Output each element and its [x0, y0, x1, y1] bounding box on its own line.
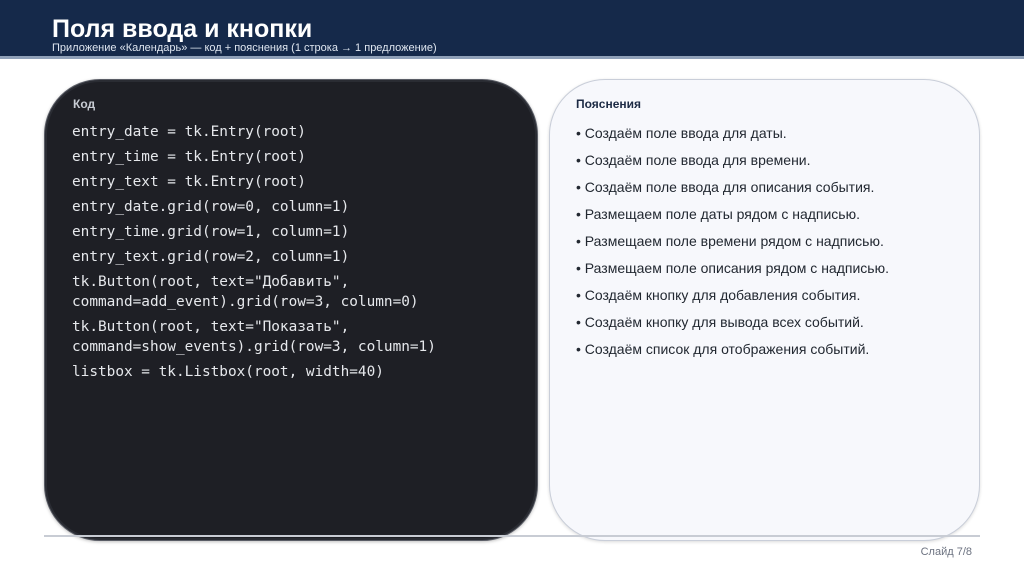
- code-line: entry_time = tk.Entry(root): [72, 149, 306, 165]
- note-item: • Создаём поле ввода для даты.: [576, 125, 787, 141]
- note-item: • Создаём список для отображения событий…: [576, 341, 870, 357]
- note-item: • Размещаем поле времени рядом с надпись…: [576, 233, 884, 249]
- code-line: entry_date.grid(row=0, column=1): [72, 199, 350, 215]
- code-line: entry_date = tk.Entry(root): [72, 124, 306, 140]
- code-line: entry_time.grid(row=1, column=1): [72, 224, 350, 240]
- slide-subtitle: Приложение «Календарь» — код + пояснения…: [52, 42, 437, 54]
- code-line: tk.Button(root, text="Показать", command…: [72, 319, 436, 355]
- header-divider: [0, 56, 1024, 59]
- slide-number: Слайд 7/8: [920, 546, 972, 558]
- slide-title: Поля ввода и кнопки: [52, 15, 313, 43]
- notes-panel: Пояснения • Создаём поле ввода для даты.…: [549, 79, 980, 541]
- code-line: tk.Button(root, text="Добавить", command…: [72, 274, 419, 310]
- note-item: • Создаём поле ввода для времени.: [576, 152, 811, 168]
- code-line: entry_text.grid(row=2, column=1): [72, 249, 350, 265]
- code-line: entry_text = tk.Entry(root): [72, 174, 306, 190]
- code-line: listbox = tk.Listbox(root, width=40): [72, 364, 384, 380]
- code-lines-list: entry_date = tk.Entry(root) entry_time =…: [72, 122, 522, 387]
- note-item: • Создаём кнопку для добавления события.: [576, 287, 861, 303]
- code-panel-label: Код: [73, 97, 96, 111]
- notes-list: • Создаём поле ввода для даты. • Создаём…: [576, 124, 966, 367]
- slide-header: Поля ввода и кнопки Приложение «Календар…: [0, 0, 1024, 56]
- notes-panel-label: Пояснения: [576, 97, 642, 111]
- note-item: • Размещаем поле даты рядом с надписью.: [576, 206, 860, 222]
- note-item: • Размещаем поле описания рядом с надпис…: [576, 260, 889, 276]
- note-item: • Создаём кнопку для вывода всех событий…: [576, 314, 864, 330]
- code-panel: Код entry_date = tk.Entry(root) entry_ti…: [44, 79, 538, 541]
- footer-divider: [44, 535, 980, 537]
- note-item: • Создаём поле ввода для описания событи…: [576, 179, 875, 195]
